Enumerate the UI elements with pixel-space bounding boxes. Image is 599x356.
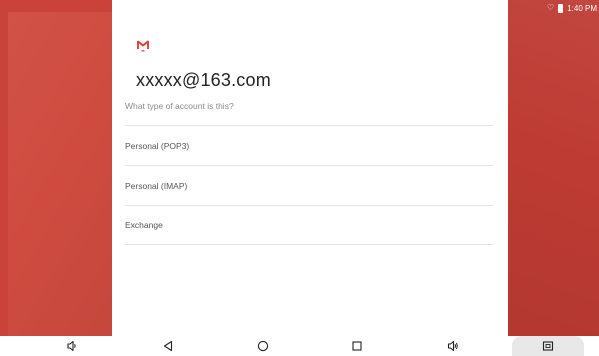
screenshot-icon[interactable] xyxy=(540,339,556,353)
account-setup-card: xxxxx@163.com What type of account is th… xyxy=(112,0,508,336)
recents-icon[interactable] xyxy=(349,339,365,353)
option-exchange[interactable]: Exchange xyxy=(125,205,493,245)
option-label: Exchange xyxy=(125,220,163,230)
home-icon[interactable] xyxy=(255,339,271,353)
option-label: Personal (IMAP) xyxy=(125,180,188,191)
status-bar: ♡ 1:40 PM xyxy=(547,0,599,16)
left-background-panel xyxy=(8,12,112,336)
option-personal-imap[interactable]: Personal (IMAP) xyxy=(125,165,493,205)
wifi-icon: ♡ xyxy=(547,3,555,12)
setup-screen: ♡ 1:40 PM xxxxx@163.com What type of acc… xyxy=(0,0,599,336)
volume-up-icon[interactable] xyxy=(445,339,461,353)
account-type-question: What type of account is this? xyxy=(125,101,234,111)
back-icon[interactable] xyxy=(160,339,176,353)
volume-down-icon[interactable] xyxy=(64,339,80,353)
option-personal-pop3[interactable]: Personal (POP3) xyxy=(125,125,493,165)
gmail-logo-icon xyxy=(137,40,149,52)
status-time: 1:40 PM xyxy=(567,3,597,13)
option-label: Personal (POP3) xyxy=(125,140,190,151)
navigation-bar xyxy=(0,336,599,356)
right-background-panel xyxy=(508,0,599,336)
account-type-list: Personal (POP3) Personal (IMAP) Exchange xyxy=(125,125,493,245)
account-email: xxxxx@163.com xyxy=(136,70,271,90)
battery-icon xyxy=(558,3,564,13)
